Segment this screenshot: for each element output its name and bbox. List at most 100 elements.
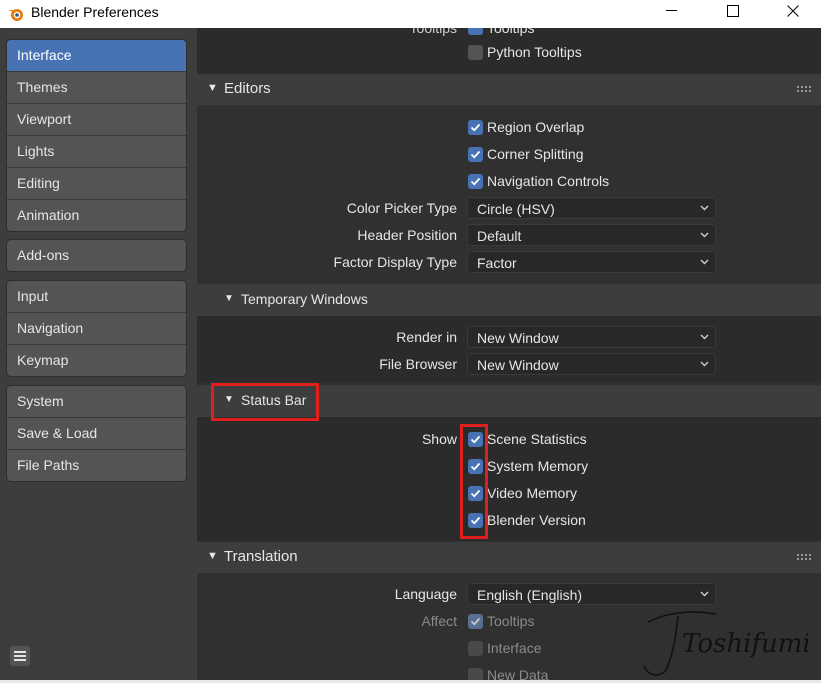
minimize-icon [666, 10, 677, 11]
render-in-label: Render in [396, 329, 457, 345]
sidebar-item-navigation[interactable]: Navigation [7, 313, 186, 345]
sidebar-item-file-paths[interactable]: File Paths [7, 450, 186, 481]
expand-triangle-icon: ▼ [207, 82, 218, 94]
check-icon [470, 177, 481, 186]
video-memory-label: Video Memory [487, 485, 578, 501]
python-tooltips-checkbox[interactable] [468, 45, 483, 60]
signature-icon: Toshifumi [643, 611, 811, 676]
file-browser-label: File Browser [379, 356, 457, 372]
check-icon [470, 123, 481, 132]
sidebar-item-input[interactable]: Input [7, 281, 186, 313]
sidebar-item-system[interactable]: System [7, 386, 186, 418]
temporary-windows-panel: Render in New Window File Browser New Wi… [197, 316, 821, 382]
sidebar-item-add-ons[interactable]: Add-ons [7, 240, 186, 271]
file-browser-dropdown[interactable]: New Window [467, 353, 716, 375]
sidebar-item-viewport[interactable]: Viewport [7, 104, 186, 136]
render-in-dropdown[interactable]: New Window [467, 326, 716, 348]
header-position-label: Header Position [357, 227, 457, 243]
hamburger-icon[interactable] [9, 645, 31, 667]
chevron-down-icon [700, 361, 709, 367]
minimize-button[interactable] [642, 0, 702, 22]
translate-interface-checkbox[interactable] [468, 641, 483, 656]
corner-splitting-checkbox[interactable] [468, 147, 483, 162]
close-icon [787, 5, 799, 17]
temporary-windows-title: Temporary Windows [241, 291, 368, 307]
translate-tooltips-label: Tooltips [487, 613, 535, 629]
translation-section-header[interactable]: ▼ Translation [197, 542, 821, 573]
sidebar-item-editing[interactable]: Editing [7, 168, 186, 200]
language-label: Language [394, 586, 457, 602]
status-bar-panel: Show Scene Statistics System Memory Vide… [197, 417, 821, 541]
chevron-down-icon [700, 591, 709, 597]
chevron-down-icon [700, 232, 709, 238]
chevron-down-icon [700, 334, 709, 340]
blender-version-checkbox[interactable] [468, 513, 483, 528]
editors-panel: Region Overlap Corner Splitting Navigati… [197, 105, 821, 284]
header-position-value: Default [477, 228, 522, 244]
render-in-row: Render in New Window [197, 325, 821, 349]
file-browser-row: File Browser New Window [197, 352, 821, 376]
show-label: Show [421, 431, 457, 447]
sidebar-item-keymap[interactable]: Keymap [7, 345, 186, 376]
sidebar-item-save-load[interactable]: Save & Load [7, 418, 186, 450]
tooltips-row-partial: Tooltips Tooltips [197, 28, 821, 40]
check-icon [470, 435, 481, 444]
language-value: English (English) [477, 587, 583, 603]
sidebar-item-lights[interactable]: Lights [7, 136, 186, 168]
corner-splitting-row: Corner Splitting [197, 142, 821, 166]
blender-version-row: Blender Version [197, 508, 821, 532]
close-button[interactable] [763, 0, 821, 22]
scene-statistics-checkbox[interactable] [468, 432, 483, 447]
editors-title: Editors [224, 80, 271, 97]
color-picker-dropdown[interactable]: Circle (HSV) [467, 197, 716, 219]
affect-label: Affect [421, 613, 457, 629]
corner-splitting-label: Corner Splitting [487, 146, 584, 162]
status-bar-header[interactable]: ▼ Status Bar [197, 385, 821, 417]
drag-grip-icon[interactable] [797, 554, 811, 560]
expand-triangle-icon: ▼ [224, 293, 234, 304]
sidebar-item-animation[interactable]: Animation [7, 200, 186, 231]
window-title: Blender Preferences [31, 4, 159, 20]
check-icon [470, 462, 481, 471]
scene-statistics-label: Scene Statistics [487, 431, 587, 447]
system-memory-label: System Memory [487, 458, 589, 474]
expand-triangle-icon: ▼ [224, 394, 234, 405]
sidebar-item-interface[interactable]: Interface [7, 40, 186, 72]
translate-tooltips-checkbox[interactable] [468, 614, 483, 629]
check-icon [470, 617, 481, 626]
nav-group-ui: Interface Themes Viewport Lights Editing… [7, 40, 186, 231]
header-position-dropdown[interactable]: Default [467, 224, 716, 246]
header-position-row: Header Position Default [197, 223, 821, 247]
factor-display-value: Factor [477, 255, 517, 271]
sidebar-item-themes[interactable]: Themes [7, 72, 186, 104]
render-in-value: New Window [477, 330, 559, 346]
blender-logo-icon [8, 9, 23, 21]
check-icon [470, 489, 481, 498]
preferences-main: Interface Themes Viewport Lights Editing… [0, 28, 821, 680]
region-overlap-checkbox[interactable] [468, 120, 483, 135]
tooltips-checkbox[interactable] [468, 28, 483, 35]
tooltips-label: Tooltips [409, 28, 457, 36]
python-tooltips-row: Python Tooltips [197, 40, 821, 64]
factor-display-dropdown[interactable]: Factor [467, 251, 716, 273]
check-icon [470, 516, 481, 525]
video-memory-row: Video Memory [197, 481, 821, 505]
color-picker-row: Color Picker Type Circle (HSV) [197, 196, 821, 220]
temporary-windows-header[interactable]: ▼ Temporary Windows [197, 284, 821, 316]
system-memory-checkbox[interactable] [468, 459, 483, 474]
translate-new-data-checkbox[interactable] [468, 668, 483, 680]
expand-triangle-icon: ▼ [207, 550, 218, 562]
video-memory-checkbox[interactable] [468, 486, 483, 501]
chevron-down-icon [700, 259, 709, 265]
python-tooltips-label: Python Tooltips [487, 44, 582, 60]
maximize-button[interactable] [703, 0, 763, 22]
editors-section-header[interactable]: ▼ Editors [197, 74, 821, 105]
region-overlap-row: Region Overlap [197, 115, 821, 139]
color-picker-value: Circle (HSV) [477, 201, 555, 217]
tooltips-checkbox-label: Tooltips [487, 28, 535, 36]
color-picker-label: Color Picker Type [346, 200, 457, 216]
check-icon [470, 150, 481, 159]
navigation-controls-checkbox[interactable] [468, 174, 483, 189]
drag-grip-icon[interactable] [797, 86, 811, 92]
nav-group-input: Input Navigation Keymap [7, 281, 186, 376]
